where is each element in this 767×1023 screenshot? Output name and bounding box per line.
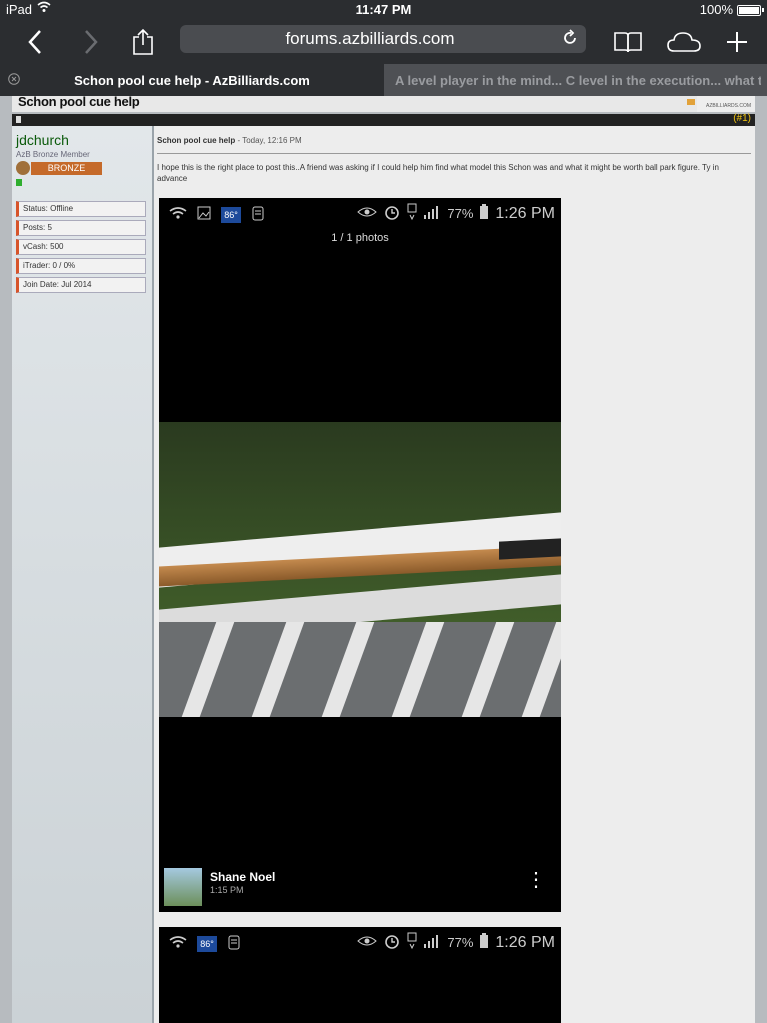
rank-icon: [16, 161, 30, 175]
temperature-badge: 86°: [197, 935, 217, 952]
tab-bar: Schon pool cue help - AzBilliards.com A …: [0, 64, 767, 96]
post-title: Schon pool cue help: [157, 136, 236, 145]
username-link[interactable]: jdchurch: [16, 132, 69, 148]
user-stat[interactable]: iTrader: 0 / 0%: [16, 258, 146, 274]
online-status-icon: [16, 179, 22, 186]
address-bar[interactable]: forums.azbilliards.com: [180, 25, 586, 53]
user-info-panel: jdchurch AzB Bronze Member BRONZE Status…: [12, 126, 154, 1023]
notification-icon: [251, 204, 265, 225]
bookmarks-button[interactable]: [612, 20, 644, 64]
site-logo[interactable]: AZBILLIARDS.COM: [687, 96, 755, 112]
chevron-left-icon: [28, 30, 41, 54]
battery-percent: 100%: [699, 2, 733, 17]
network-4g-icon: [407, 932, 417, 953]
ios-status-bar: iPad 11:47 PM 100%: [0, 0, 767, 20]
phone-time: 1:26 PM: [495, 204, 555, 222]
divider: [157, 153, 751, 154]
battery-icon: [479, 933, 489, 952]
photo-count: 1 / 1 photos: [331, 232, 389, 244]
tab-title: A level player in the mind... C level in…: [395, 73, 761, 88]
user-stat: Status: Offline: [16, 201, 146, 217]
alarm-icon: [383, 203, 401, 224]
eye-icon: [357, 206, 378, 221]
more-vertical-icon: ⋮: [526, 869, 546, 891]
battery-level: 77%: [447, 935, 474, 950]
photo-author: Shane Noel 1:15 PM ⋮: [164, 866, 556, 906]
attached-photo[interactable]: 86°: [159, 927, 561, 1023]
book-icon: [614, 32, 642, 53]
user-stat: vCash: 500: [16, 239, 146, 255]
temperature-badge: 86°: [221, 206, 241, 223]
new-tab-button[interactable]: [722, 20, 752, 64]
url-text: forums.azbilliards.com: [285, 29, 455, 48]
post-number-link[interactable]: (#1): [733, 113, 751, 124]
network-4g-icon: [407, 203, 417, 224]
user-title: AzB Bronze Member: [16, 150, 90, 159]
rank-badge: BRONZE: [31, 162, 102, 175]
notification-icon: [227, 933, 241, 954]
phone-status-bar: 86° 77% 1:26 PM: [159, 927, 561, 955]
back-button[interactable]: [18, 20, 52, 64]
cloud-tabs-button[interactable]: [664, 20, 704, 64]
post-date: - Today, 12:16 PM: [235, 136, 302, 145]
post-header-bar: (#1): [12, 113, 755, 126]
phone-time: 1:26 PM: [495, 933, 555, 951]
eye-icon: [357, 935, 378, 950]
phone-status-bar: 86° 77% 1:26 PM: [159, 198, 561, 226]
web-page: Schon pool cue help AZBILLIARDS.COM (#1)…: [0, 94, 767, 1023]
attached-photo[interactable]: 86°: [159, 198, 561, 912]
wifi-icon: [169, 935, 187, 952]
signal-icon: [423, 934, 441, 951]
battery-icon: [737, 5, 761, 16]
battery-icon: [479, 204, 489, 223]
thread-header: Schon pool cue help AZBILLIARDS.COM: [12, 94, 755, 112]
avatar: [164, 868, 202, 906]
cloud-icon: [667, 32, 701, 52]
document-icon: [16, 116, 21, 123]
tab-inactive[interactable]: A level player in the mind... C level in…: [384, 64, 767, 96]
chevron-right-icon: [85, 30, 98, 54]
alarm-icon: [383, 932, 401, 953]
plus-icon: [727, 32, 747, 52]
tab-active[interactable]: Schon pool cue help - AzBilliards.com: [0, 64, 384, 96]
share-button[interactable]: [128, 20, 158, 64]
wifi-icon: [169, 206, 187, 223]
forward-button[interactable]: [74, 20, 108, 64]
user-stat: Join Date: Jul 2014: [16, 277, 146, 293]
post-body: I hope this is the right place to post t…: [157, 163, 719, 183]
user-stat: Posts: 5: [16, 220, 146, 236]
post-meta: Schon pool cue help - Today, 12:16 PM: [157, 136, 302, 145]
tab-title: Schon pool cue help - AzBilliards.com: [74, 73, 310, 88]
cue-photo-image: [159, 422, 561, 717]
share-icon: [133, 28, 153, 55]
image-icon: [197, 206, 211, 223]
thread-title: Schon pool cue help: [18, 94, 140, 109]
post-content: Schon pool cue help - Today, 12:16 PM I …: [154, 126, 755, 1023]
author-time: 1:15 PM: [210, 885, 244, 895]
status-time: 11:47 PM: [355, 2, 412, 17]
signal-icon: [423, 205, 441, 222]
browser-toolbar: forums.azbilliards.com: [0, 20, 767, 64]
reload-icon[interactable]: [562, 29, 578, 52]
author-name: Shane Noel: [210, 870, 276, 884]
battery-level: 77%: [447, 206, 474, 221]
